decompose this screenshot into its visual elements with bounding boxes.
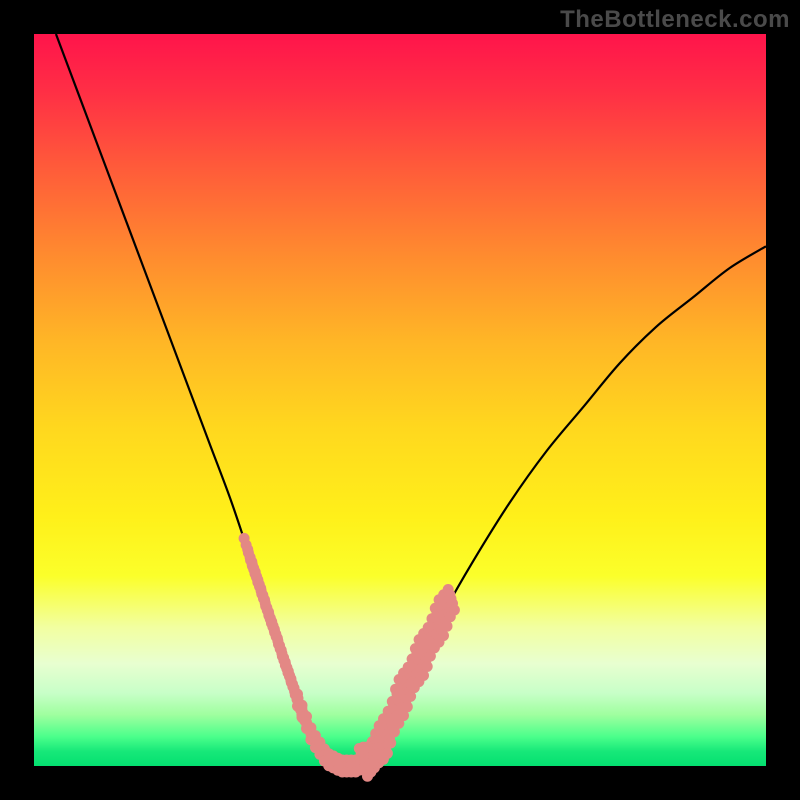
- watermark-text: TheBottleneck.com: [560, 6, 790, 34]
- outer-frame: TheBottleneck.com: [0, 0, 800, 800]
- highlight-dot: [442, 621, 453, 632]
- highlight-dot: [382, 748, 393, 759]
- highlight-dot: [422, 661, 433, 672]
- marker-layer: [239, 533, 460, 782]
- highlight-dot: [373, 748, 384, 759]
- highlight-dot: [402, 701, 413, 712]
- chart-area: [34, 34, 766, 766]
- highlight-dot: [385, 738, 396, 749]
- highlight-dot: [449, 605, 460, 616]
- chart-svg: [34, 34, 766, 766]
- highlight-dot: [438, 630, 449, 641]
